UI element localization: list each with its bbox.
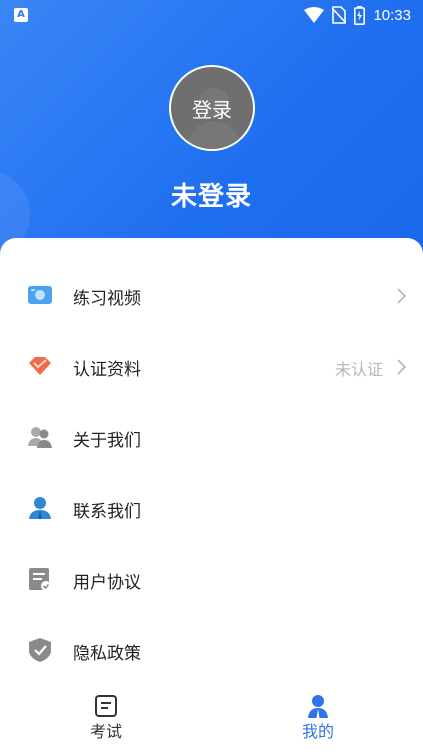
video-icon (28, 286, 52, 304)
menu-item-label: 关于我们 (73, 431, 141, 451)
status-time: 10:33 (373, 6, 411, 24)
tab-exam[interactable]: 考试 (46, 690, 166, 752)
menu-item-label: 隐私政策 (73, 644, 141, 664)
tab-label: 我的 (301, 722, 334, 741)
menu-item-label: 用户协议 (73, 573, 141, 593)
agreement-icon (29, 568, 51, 591)
battery-charging-icon (354, 5, 366, 25)
tab-mine[interactable]: 我的 (258, 690, 378, 752)
certification-status: 未认证 (334, 360, 383, 379)
certificate-icon (29, 357, 51, 375)
menu-item-certification[interactable]: 认证资料 未认证 (0, 331, 423, 402)
menu-item-label: 练习视频 (73, 289, 141, 309)
user-name: 未登录 (170, 182, 252, 212)
contact-icon (29, 497, 51, 519)
status-bar: A 10:33 (0, 0, 423, 30)
menu-item-privacy-policy[interactable]: 隐私政策 (0, 615, 423, 686)
tab-label: 考试 (89, 722, 122, 741)
chevron-right-icon (397, 288, 407, 304)
menu-item-label: 认证资料 (73, 360, 141, 380)
menu-card: 练习视频 认证资料 未认证 关于我们 联系我们 用户协议 隐私政策 (0, 238, 423, 752)
no-sim-icon (332, 6, 347, 24)
avatar-login-button[interactable]: 登录 (169, 65, 255, 151)
exam-icon (95, 695, 117, 717)
shield-icon (29, 638, 51, 662)
menu-item-contact-us[interactable]: 联系我们 (0, 473, 423, 544)
profile-icon (308, 695, 328, 718)
group-icon (28, 427, 52, 448)
avatar-login-text: 登录 (192, 97, 232, 122)
bottom-tab-bar: 考试 我的 (0, 690, 423, 752)
menu-item-practice-video[interactable]: 练习视频 (0, 260, 423, 331)
menu-list: 练习视频 认证资料 未认证 关于我们 联系我们 用户协议 隐私政策 (0, 260, 423, 686)
menu-item-user-agreement[interactable]: 用户协议 (0, 544, 423, 615)
menu-item-label: 联系我们 (73, 502, 141, 522)
chevron-right-icon (397, 359, 407, 375)
menu-item-about-us[interactable]: 关于我们 (0, 402, 423, 473)
wifi-icon (304, 7, 325, 23)
app-notification-icon: A (14, 8, 28, 22)
